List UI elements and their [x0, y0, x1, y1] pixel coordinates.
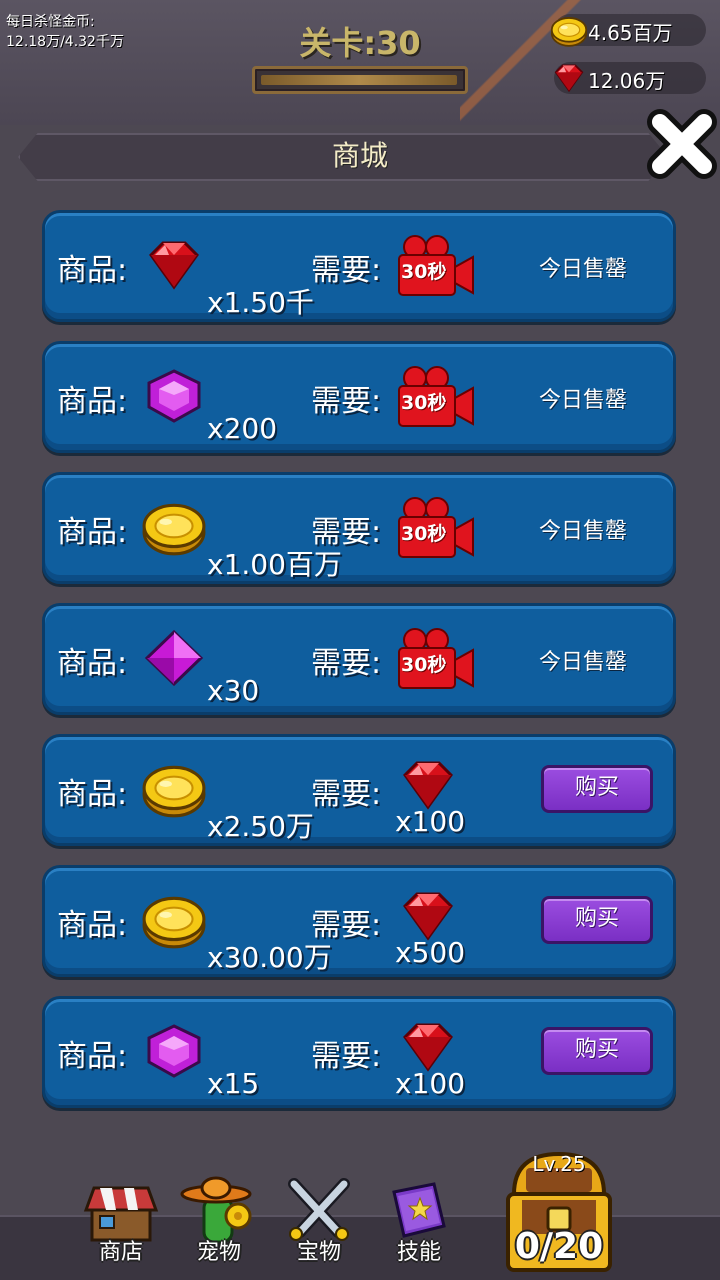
- pink-diamond-icon: [145, 630, 203, 686]
- nav-pet-label: 宠物: [196, 1240, 241, 1265]
- need-label: 需要:: [311, 646, 382, 681]
- purple-hex-gem-icon: [147, 369, 201, 423]
- gold-amount: 4.65百万: [588, 21, 673, 45]
- red-gem-icon: [149, 241, 199, 289]
- product-label: 商品:: [57, 1039, 128, 1074]
- chest-count: 0/20: [514, 1226, 604, 1267]
- nav-shop-label: 商店: [98, 1240, 143, 1265]
- level-title: 关卡:30: [299, 24, 421, 62]
- product-quantity: x1.50千: [207, 286, 314, 319]
- product-label: 商品:: [57, 777, 128, 812]
- need-label: 需要:: [311, 384, 382, 419]
- cost-quantity: x500: [395, 936, 466, 969]
- gold-coin-icon: [142, 503, 206, 556]
- product-label: 商品:: [57, 646, 128, 681]
- product-quantity: x200: [207, 412, 278, 445]
- product-quantity: x30: [207, 674, 260, 707]
- purple-hex-gem-icon: [147, 1024, 201, 1078]
- shop-item: 商品: x30.00万 需要: x500 购买: [42, 865, 676, 977]
- daily-gold-label: 每日杀怪金币:: [6, 14, 95, 30]
- chest-level: Lv.25: [532, 1152, 586, 1176]
- video-duration: 30秒: [401, 392, 447, 414]
- close-button[interactable]: [644, 104, 720, 184]
- gem-amount: 12.06万: [588, 69, 666, 93]
- daily-gold-value: 12.18万/4.32千万: [6, 34, 124, 50]
- level-progress-bar: [252, 66, 468, 94]
- product-quantity: x15: [207, 1067, 260, 1100]
- shop-item: 商品: x200 需要: 30秒 今日售罄: [42, 341, 676, 453]
- shop-item-list: 商品: x1.50千 需要: 30秒 今日售罄 商品: x200 需要: 30秒…: [42, 210, 676, 1127]
- daily-gold-info: 每日杀怪金币: 12.18万/4.32千万: [6, 12, 124, 52]
- shop-item: 商品: x1.00百万 需要: 30秒 今日售罄: [42, 472, 676, 584]
- shop-item: 商品: x30 需要: 30秒 今日售罄: [42, 603, 676, 715]
- video-duration: 30秒: [401, 654, 447, 676]
- sold-out-label: 今日售罄: [539, 388, 628, 413]
- gold-coin-icon: [142, 765, 206, 818]
- sold-out-label: 今日售罄: [539, 650, 628, 675]
- nav-skill-label: 技能: [396, 1240, 441, 1265]
- nav-treasure-label: 宝物: [296, 1240, 341, 1265]
- panel-title: 商城: [331, 139, 388, 172]
- nav-treasure[interactable]: 宝物: [276, 1176, 362, 1276]
- gem-currency: 12.06万: [554, 62, 706, 94]
- need-label: 需要:: [311, 253, 382, 288]
- need-label: 需要:: [311, 908, 382, 943]
- nav-shop[interactable]: 商店: [78, 1176, 164, 1276]
- treasure-chest[interactable]: Lv.25 0/20: [500, 1150, 618, 1276]
- level-progress-fill: [261, 75, 457, 85]
- product-label: 商品:: [57, 515, 128, 550]
- sold-out-label: 今日售罄: [539, 257, 628, 282]
- red-gem-icon: [554, 64, 584, 92]
- gold-coin-icon: [550, 17, 588, 47]
- shop-item: 商品: x2.50万 需要: x100 购买: [42, 734, 676, 846]
- need-label: 需要:: [311, 515, 382, 550]
- nav-skill[interactable]: 技能: [376, 1176, 462, 1276]
- cost-quantity: x100: [395, 1067, 466, 1100]
- buy-button[interactable]: 购买: [541, 765, 653, 813]
- need-label: 需要:: [311, 1039, 382, 1074]
- product-label: 商品:: [57, 908, 128, 943]
- product-quantity: x2.50万: [207, 810, 314, 843]
- shop-item: 商品: x15 需要: x100 购买: [42, 996, 676, 1108]
- gold-coin-icon: [142, 896, 206, 949]
- buy-button[interactable]: 购买: [541, 1027, 653, 1075]
- shop-item: 商品: x1.50千 需要: 30秒 今日售罄: [42, 210, 676, 322]
- sold-out-label: 今日售罄: [539, 519, 628, 544]
- close-icon: [647, 109, 717, 179]
- video-duration: 30秒: [401, 523, 447, 545]
- product-label: 商品:: [57, 253, 128, 288]
- need-label: 需要:: [311, 777, 382, 812]
- buy-button[interactable]: 购买: [541, 896, 653, 944]
- cost-quantity: x100: [395, 805, 466, 838]
- video-duration: 30秒: [401, 261, 447, 283]
- product-label: 商品:: [57, 384, 128, 419]
- gold-currency: 4.65百万: [550, 14, 706, 47]
- nav-pet[interactable]: 宠物: [176, 1176, 262, 1276]
